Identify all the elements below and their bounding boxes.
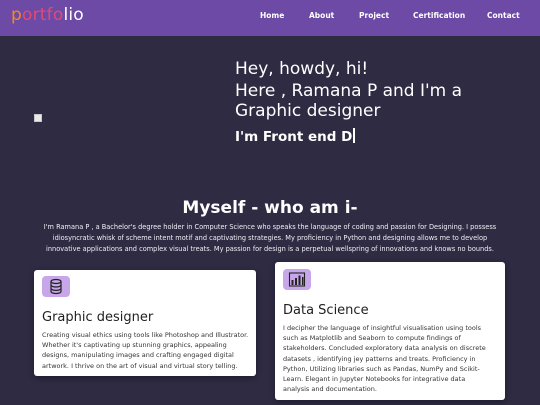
section-title: Myself - who am i- <box>182 198 358 218</box>
logo-part-3: lio <box>63 5 84 25</box>
card-line: artwork. I thrive on the art of visual a… <box>42 361 238 370</box>
logo-part-2: ortfo <box>22 5 64 25</box>
card-line: I decipher the language of insightful vi… <box>283 324 482 332</box>
card-line: Python, Utilizing libraries such as Pand… <box>283 364 480 373</box>
about-paragraph: I'm Ramana P , a Bachelor's degree holde… <box>30 222 510 255</box>
card-description: I decipher the language of insightful vi… <box>283 323 503 394</box>
nav-link-certification[interactable]: Certification <box>413 11 465 20</box>
hero-intro: Here , Ramana P and I'm a <box>235 81 463 101</box>
card-line: Creating visual ethics using tools like … <box>42 331 249 339</box>
about-line: I'm Ramana P , a Bachelor's degree holde… <box>43 223 497 231</box>
card-title: Graphic designer <box>42 310 154 325</box>
card-line: analysis and documentation. <box>283 385 377 394</box>
nav-link-home[interactable]: Home <box>260 11 284 20</box>
card-line: Whether it's captivating up stunning gra… <box>42 341 227 350</box>
card-description: Creating visual ethics using tools like … <box>42 330 256 371</box>
card-line: stakeholders. Concluded exploratory data… <box>283 344 486 353</box>
logo-part-1: p <box>11 5 22 25</box>
typed-text: I'm Front end D <box>235 129 353 145</box>
card-line: Learn. Elegant in Jupyter Notebooks for … <box>283 375 466 384</box>
navbar: portfolio Home About Project Certificati… <box>0 0 540 36</box>
text-cursor <box>353 128 356 143</box>
service-card-data-science: Data Science I decipher the language of … <box>275 262 505 400</box>
card-title: Data Science <box>283 303 369 318</box>
hero-greeting: Hey, howdy, hi! <box>235 59 369 79</box>
card-line: such as Matplotlib and Seaborn to comput… <box>283 334 461 343</box>
hero-role: Graphic designer <box>235 101 381 121</box>
service-card-graphic-designer: Graphic designer Creating visual ethics … <box>34 270 256 376</box>
nav-link-about[interactable]: About <box>309 11 334 20</box>
about-line: idiosyncratic whisk of scheme intent mot… <box>52 234 488 242</box>
about-line: innovative applications and complex visu… <box>46 245 494 253</box>
nav-link-project[interactable]: Project <box>359 11 389 20</box>
database-icon <box>42 276 70 297</box>
hero-typed-text: I'm Front end D <box>235 128 356 145</box>
card-line: datasets , identifying jey patterns and … <box>283 354 476 363</box>
broken-image-icon <box>34 114 42 122</box>
logo[interactable]: portfolio <box>11 5 84 25</box>
nav-link-contact[interactable]: Contact <box>487 11 520 20</box>
bar-chart-icon <box>283 269 311 290</box>
card-line: designs, manipulating images and craftin… <box>42 351 234 360</box>
